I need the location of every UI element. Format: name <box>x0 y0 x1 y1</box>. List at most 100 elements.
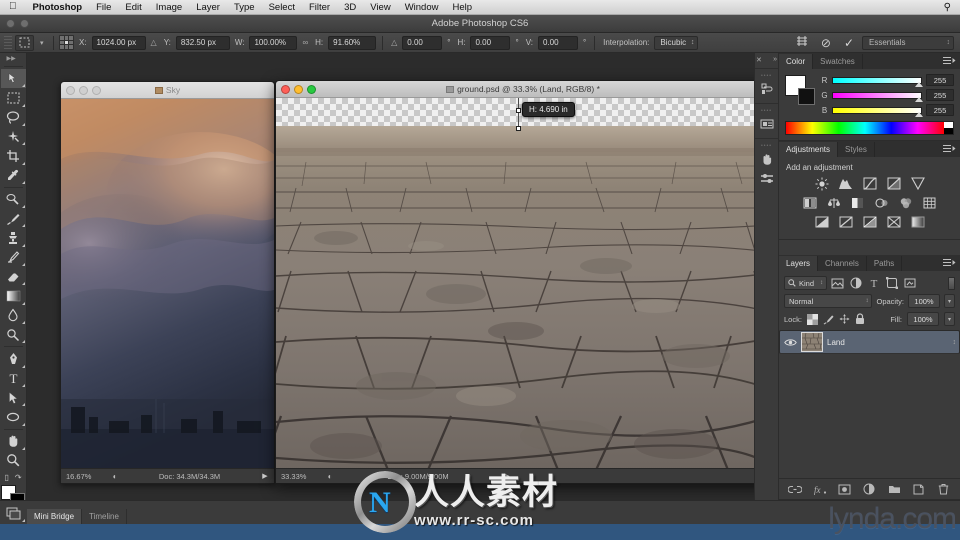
warp-mode-icon[interactable] <box>791 35 813 50</box>
interpolation-select[interactable]: Bicubic <box>654 35 699 50</box>
sky-window-controls[interactable] <box>61 85 101 95</box>
tab-styles[interactable]: Styles <box>838 142 875 157</box>
transform-handle-top-center[interactable] <box>516 108 521 113</box>
curves-icon[interactable] <box>862 177 877 190</box>
menu-item-view[interactable]: View <box>363 2 397 13</box>
document-window-ground[interactable]: ground.psd @ 33.3% (Land, RGB/8) * H: 4.… <box>275 80 771 484</box>
commit-transform-icon[interactable]: ✓ <box>839 36 859 50</box>
link-layers-icon[interactable] <box>787 482 803 497</box>
quick-selection-tool[interactable] <box>1 127 26 146</box>
color-panel-swatches[interactable] <box>785 75 815 105</box>
slider-value-b[interactable]: 255 <box>926 104 954 116</box>
menu-item-3d[interactable]: 3D <box>337 2 363 13</box>
lock-position-icon[interactable] <box>839 313 850 325</box>
tool-preset-chevron-down-icon[interactable]: ▾ <box>37 39 47 47</box>
posterize-icon[interactable] <box>838 215 853 228</box>
window-close-button[interactable] <box>6 19 15 28</box>
cancel-transform-icon[interactable]: ⊘ <box>816 36 836 50</box>
minimize-button[interactable] <box>79 85 88 95</box>
zoom-button[interactable] <box>92 85 101 95</box>
layer-thumbnail[interactable] <box>801 332 823 352</box>
gradient-tool[interactable] <box>1 286 26 305</box>
tab-timeline[interactable]: Timeline <box>82 509 127 524</box>
options-bar-grip[interactable] <box>4 35 12 50</box>
channel-mixer-icon[interactable] <box>898 196 913 209</box>
selective-color-icon[interactable] <box>886 215 901 228</box>
slider-track-r[interactable] <box>832 76 923 87</box>
window-controls[interactable] <box>6 19 29 28</box>
default-colors-icon[interactable]: ▯ <box>4 473 8 482</box>
workspace-selector[interactable]: Essentials <box>862 35 955 50</box>
sky-canvas-image[interactable] <box>61 99 274 468</box>
new-adjustment-layer-icon[interactable] <box>861 482 877 497</box>
ground-canvas-image[interactable] <box>276 126 770 468</box>
width-field[interactable]: 100.00% <box>249 35 298 50</box>
levels-icon[interactable] <box>838 177 853 190</box>
new-group-icon[interactable] <box>886 482 902 497</box>
rotate-field[interactable]: 0.00 <box>402 35 443 50</box>
tab-swatches[interactable]: Swatches <box>813 54 863 69</box>
slider-track-g[interactable] <box>832 91 923 102</box>
collapse-panels-icon[interactable]: » <box>773 56 777 64</box>
blur-tool[interactable] <box>1 306 26 325</box>
triangle-delta-icon[interactable]: △ <box>149 38 159 47</box>
menu-item-edit[interactable]: Edit <box>118 2 148 13</box>
filter-type-icon[interactable]: T <box>866 276 881 290</box>
apple-icon[interactable]:  <box>0 2 26 12</box>
black-white-icon[interactable] <box>850 196 865 209</box>
zoom-button[interactable] <box>307 84 316 94</box>
window-minimize-button[interactable] <box>20 19 29 28</box>
pen-tool[interactable] <box>1 349 26 368</box>
threshold-icon[interactable] <box>862 215 877 228</box>
clone-stamp-tool[interactable] <box>1 228 26 247</box>
toolbox-grip[interactable]: ▶▶ <box>7 55 20 62</box>
lasso-tool[interactable] <box>1 108 26 127</box>
document-window-sky[interactable]: Sky 16.67% ◐ Doc: 34.3M/34.3M ▶ <box>60 81 275 484</box>
menu-item-filter[interactable]: Filter <box>302 2 337 13</box>
spectrum-white-black[interactable] <box>944 122 953 134</box>
y-field[interactable]: 832.50 px <box>175 35 230 50</box>
slider-value-r[interactable]: 255 <box>926 74 954 86</box>
delete-layer-icon[interactable] <box>936 482 952 497</box>
history-panel-icon[interactable] <box>756 79 778 99</box>
layer-style-fx-icon[interactable]: fx <box>812 482 828 497</box>
panel-menu-icon[interactable] <box>943 258 956 267</box>
menu-item-photoshop[interactable]: Photoshop <box>26 2 90 13</box>
fill-stepper[interactable]: ▾ <box>944 312 955 326</box>
rectangular-marquee-tool[interactable] <box>1 88 26 107</box>
x-field[interactable]: 1024.00 px <box>91 35 146 50</box>
search-icon[interactable]: ⚲ <box>944 2 960 13</box>
tab-channels[interactable]: Channels <box>818 256 867 271</box>
history-brush-tool[interactable] <box>1 248 26 267</box>
play-arrow-icon[interactable]: ▶ <box>256 472 274 480</box>
ground-canvas-checker[interactable] <box>276 98 770 468</box>
reference-point-grid[interactable] <box>59 35 74 50</box>
play-arrow-icon[interactable]: ▶ <box>498 472 516 480</box>
skew-v-field[interactable]: 0.00 <box>537 35 578 50</box>
height-field[interactable]: 91.60% <box>328 35 377 50</box>
chain-link-icon[interactable]: ∞ <box>300 38 310 47</box>
skew-h-field[interactable]: 0.00 <box>470 35 511 50</box>
tab-layers[interactable]: Layers <box>779 256 819 271</box>
document-title-bar-sky[interactable]: Sky <box>61 82 274 99</box>
ground-zoom-level[interactable]: 33.33% <box>276 472 322 481</box>
gradient-map-icon[interactable] <box>910 215 925 228</box>
crop-tool[interactable] <box>1 146 26 165</box>
move-tool-icon[interactable] <box>14 34 34 51</box>
panel-menu-icon[interactable] <box>943 56 956 65</box>
hand-tool[interactable] <box>1 432 26 451</box>
mini-bridge-launch-icon[interactable] <box>0 501 27 524</box>
lock-transparent-pixels-icon[interactable] <box>806 313 818 325</box>
color-spectrum-ramp[interactable] <box>785 121 954 135</box>
exposure-icon[interactable] <box>886 177 901 190</box>
filter-pixel-icon[interactable] <box>830 276 845 290</box>
lock-all-icon[interactable] <box>855 313 866 325</box>
tab-mini-bridge[interactable]: Mini Bridge <box>27 509 83 524</box>
color-balance-icon[interactable] <box>826 196 841 209</box>
brush-tool[interactable] <box>1 209 26 228</box>
horizontal-type-tool[interactable]: T <box>1 369 26 388</box>
status-clock-icon[interactable]: ◐ <box>107 472 123 481</box>
filter-enable-toggle[interactable] <box>948 276 955 290</box>
layer-name[interactable]: Land <box>827 338 845 347</box>
sky-zoom-level[interactable]: 16.67% <box>61 472 107 481</box>
